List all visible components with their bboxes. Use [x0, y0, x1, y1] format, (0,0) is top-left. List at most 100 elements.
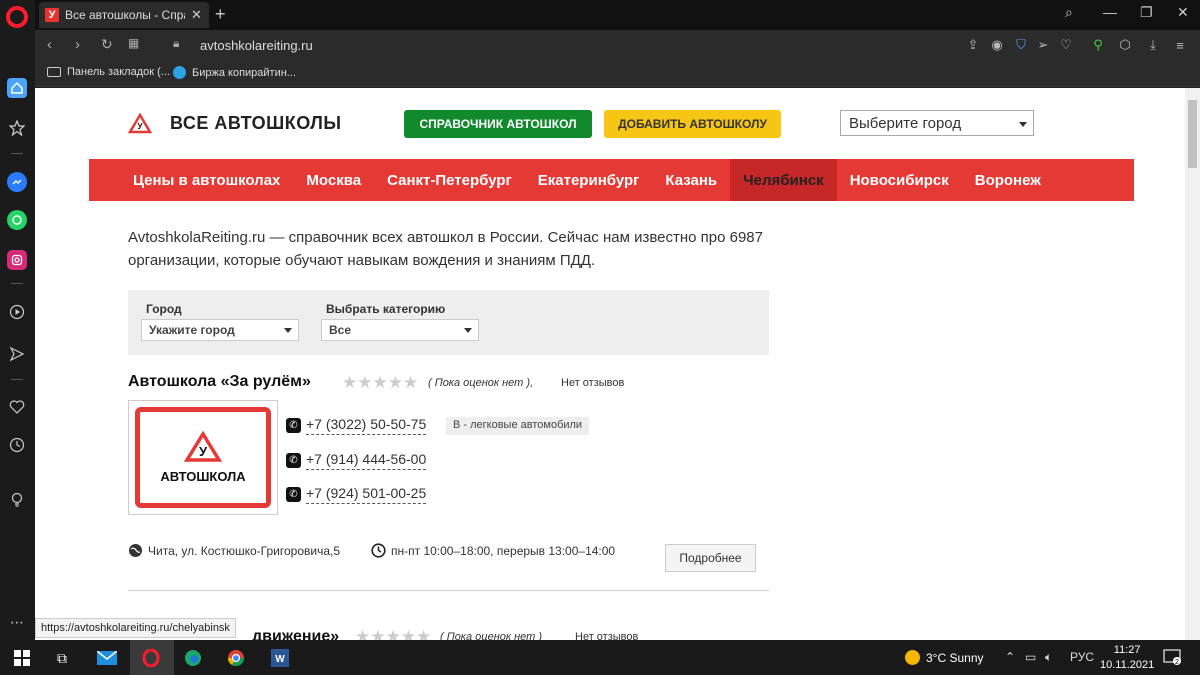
back-icon[interactable]: ‹ [47, 36, 52, 53]
download-icon[interactable]: ⤓ [1145, 37, 1161, 53]
opera-logo-icon[interactable] [6, 6, 28, 28]
whatsapp-icon[interactable] [7, 210, 27, 230]
new-tab-icon[interactable]: + [215, 4, 226, 25]
send-icon[interactable] [7, 344, 27, 364]
nav-item-kazan[interactable]: Казань [652, 159, 730, 201]
city-filter-select[interactable]: Укажите город [141, 319, 299, 341]
favorite-heart-icon[interactable]: ♡ [1058, 37, 1074, 53]
tab-title: Все автошколы - Справочник [65, 8, 185, 22]
url-field[interactable]: avtoshkolareiting.ru [200, 38, 313, 53]
tiles-icon[interactable]: ▦ [128, 36, 139, 50]
bookmark-label: Биржа копирайтин... [192, 66, 296, 79]
menu-icon[interactable]: ≡ [1172, 37, 1188, 53]
phone-number[interactable]: +7 (3022) 50-50-75 [306, 416, 427, 435]
weather-widget[interactable]: 3°C Sunny [905, 650, 984, 665]
tray-chevron-icon[interactable]: ⌃ [1005, 650, 1015, 664]
chevron-down-icon [284, 328, 292, 333]
rating-stars[interactable]: ★★★★★ [355, 627, 431, 640]
nav-item-ekaterinburg[interactable]: Екатеринбург [525, 159, 653, 201]
school-name[interactable]: Автошкола «За рулём» [128, 373, 311, 391]
city-select[interactable]: Выберите город [840, 110, 1034, 136]
vpn-icon[interactable]: ⚲ [1090, 37, 1106, 53]
site-favicon-icon [173, 66, 186, 79]
notifications-icon[interactable]: 2 [1163, 648, 1181, 669]
globe-pin-icon [129, 544, 142, 557]
lightbulb-icon[interactable] [7, 490, 27, 510]
maximize-icon[interactable]: ❐ [1140, 4, 1153, 21]
heart-icon[interactable] [7, 397, 27, 417]
status-link-preview: https://avtoshkolareiting.ru/chelyabinsk [35, 618, 236, 638]
shield-icon[interactable]: ⛉ [1013, 37, 1029, 53]
bookmark-label: Панель закладок (... [67, 66, 170, 78]
messenger-icon[interactable] [7, 172, 27, 192]
bookmark-folder[interactable]: Панель закладок (... [47, 66, 170, 78]
extensions-cube-icon[interactable]: ⬡ [1117, 37, 1133, 53]
history-icon[interactable] [7, 435, 27, 455]
school-logo-image[interactable]: У АВТОШКОЛА [128, 400, 278, 515]
player-icon[interactable] [7, 302, 27, 322]
opera-sidebar: ⋯ [0, 0, 35, 640]
speed-dial-icon[interactable] [7, 78, 27, 98]
clock-time: 11:27 [1113, 644, 1141, 656]
bookmark-item[interactable]: Биржа копирайтин... [173, 66, 296, 79]
add-school-button[interactable]: ДОБАВИТЬ АВТОШКОЛУ [604, 110, 781, 138]
site-title: ВСЕ АВТОШКОЛЫ [170, 113, 342, 133]
school-name[interactable]: движение» [252, 628, 339, 640]
clock[interactable]: 11:27 10.11.2021 [1100, 643, 1154, 673]
site-logo[interactable]: У ВСЕ АВТОШКОЛЫ [128, 113, 342, 134]
forward-icon[interactable]: › [75, 36, 80, 53]
word-icon[interactable]: W [270, 648, 290, 668]
page-scrollbar[interactable] [1185, 88, 1200, 640]
category-filter-select[interactable]: Все [321, 319, 479, 341]
share-icon[interactable]: ⇪ [965, 37, 981, 53]
reviews-status[interactable]: Нет отзывов [561, 377, 624, 389]
network-icon[interactable]: ▭ [1025, 650, 1036, 664]
school-logo-caption: АВТОШКОЛА [160, 469, 246, 484]
windows-start-icon[interactable] [12, 648, 32, 668]
opera-taskbar-icon[interactable] [141, 648, 161, 668]
svg-text:W: W [275, 654, 285, 665]
reload-icon[interactable]: ↻ [101, 36, 113, 53]
sun-icon [905, 650, 920, 665]
tab-close-icon[interactable]: ✕ [191, 7, 202, 23]
tab-strip: У Все автошколы - Справочник ✕ + ⌕ — ❐ ✕ [35, 0, 1200, 30]
instagram-icon[interactable] [7, 250, 27, 270]
language-indicator[interactable]: РУС [1070, 650, 1094, 664]
chevron-down-icon [464, 328, 472, 333]
task-view-icon[interactable]: ⧉ [52, 648, 72, 668]
phone-icon: ✆ [286, 487, 301, 502]
phone-entry[interactable]: ✆ +7 (3022) 50-50-75 [286, 416, 427, 435]
bookmarks-star-icon[interactable] [7, 118, 27, 138]
rating-stars[interactable]: ★★★★★ [342, 373, 418, 393]
mail-icon[interactable] [97, 648, 117, 668]
address-bar: ‹ › ↻ ▦ 🔒︎ avtoshkolareiting.ru ⇪ ◉ ⛉ ➢ … [35, 30, 1200, 60]
nav-item-prices[interactable]: Цены в автошколах [89, 159, 293, 201]
phone-number[interactable]: +7 (914) 444-56-00 [306, 451, 427, 470]
phone-entry[interactable]: ✆ +7 (924) 501-00-25 [286, 485, 427, 504]
chrome-icon[interactable] [226, 648, 246, 668]
directory-button[interactable]: СПРАВОЧНИК АВТОШКОЛ [404, 110, 592, 138]
scrollbar-thumb[interactable] [1188, 100, 1197, 168]
volume-icon[interactable]: 🔈︎ [1045, 650, 1052, 665]
send-to-icon[interactable]: ➢ [1035, 37, 1051, 53]
nav-item-moscow[interactable]: Москва [293, 159, 374, 201]
lock-icon: 🔒︎ [173, 36, 180, 50]
more-icon[interactable]: ⋯ [7, 612, 27, 632]
edge-icon[interactable] [183, 648, 203, 668]
camera-icon[interactable]: ◉ [989, 37, 1005, 53]
nav-item-voronezh[interactable]: Воронеж [962, 159, 1054, 201]
phone-entry[interactable]: ✆ +7 (914) 444-56-00 [286, 451, 427, 470]
clock-icon [371, 543, 386, 558]
close-window-icon[interactable]: ✕ [1177, 4, 1189, 21]
details-button[interactable]: Подробнее [665, 544, 756, 572]
minimize-icon[interactable]: — [1103, 4, 1117, 20]
chevron-down-icon [1019, 122, 1027, 127]
phone-number[interactable]: +7 (924) 501-00-25 [306, 485, 427, 504]
search-tabs-icon[interactable]: ⌕ [1065, 4, 1073, 21]
tab-active[interactable]: У Все автошколы - Справочник ✕ [39, 2, 209, 28]
reviews-status[interactable]: Нет отзывов [575, 631, 638, 640]
nav-item-spb[interactable]: Санкт-Петербург [374, 159, 525, 201]
nav-item-chelyabinsk[interactable]: Челябинск [730, 159, 837, 201]
nav-item-novosibirsk[interactable]: Новосибирск [837, 159, 962, 201]
category-filter-label: Выбрать категорию [326, 302, 446, 316]
